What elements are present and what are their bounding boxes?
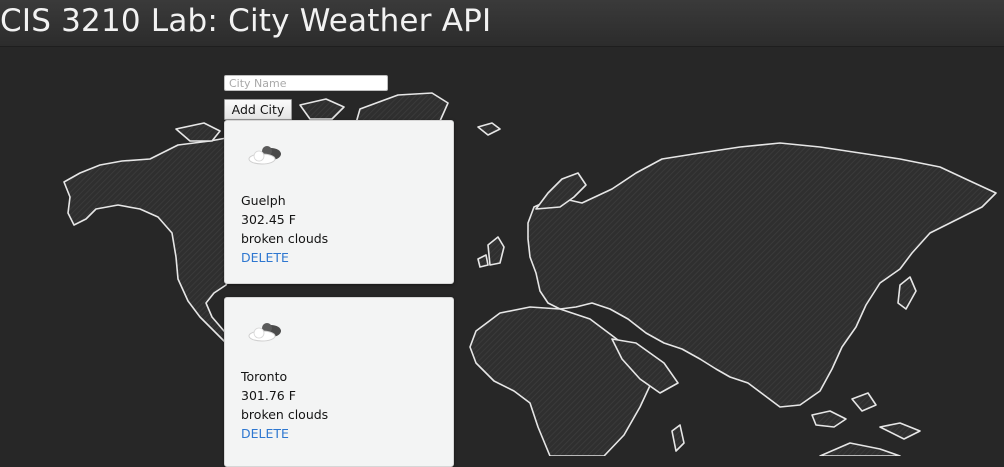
delete-city-link[interactable]: DELETE [241, 250, 289, 265]
city-temperature: 301.76 F [241, 388, 296, 403]
delete-city-link[interactable]: DELETE [241, 426, 289, 441]
city-temperature: 302.45 F [241, 212, 296, 227]
city-name: Toronto [241, 369, 288, 384]
city-name-input[interactable] [224, 75, 388, 91]
broken-clouds-icon [248, 146, 281, 165]
city-card: Guelph 302.45 F broken clouds DELETE [224, 120, 454, 284]
city-name: Guelph [241, 193, 286, 208]
world-map-background [63, 92, 997, 456]
weather-description: broken clouds [241, 231, 329, 246]
page-title: CIS 3210 Lab: City Weather API [0, 3, 492, 39]
weather-description: broken clouds [241, 407, 329, 422]
broken-clouds-icon [248, 323, 281, 342]
page-header: CIS 3210 Lab: City Weather API [0, 0, 1004, 47]
add-city-button[interactable]: Add City [224, 99, 292, 120]
city-card: Toronto 301.76 F broken clouds DELETE [224, 297, 454, 467]
